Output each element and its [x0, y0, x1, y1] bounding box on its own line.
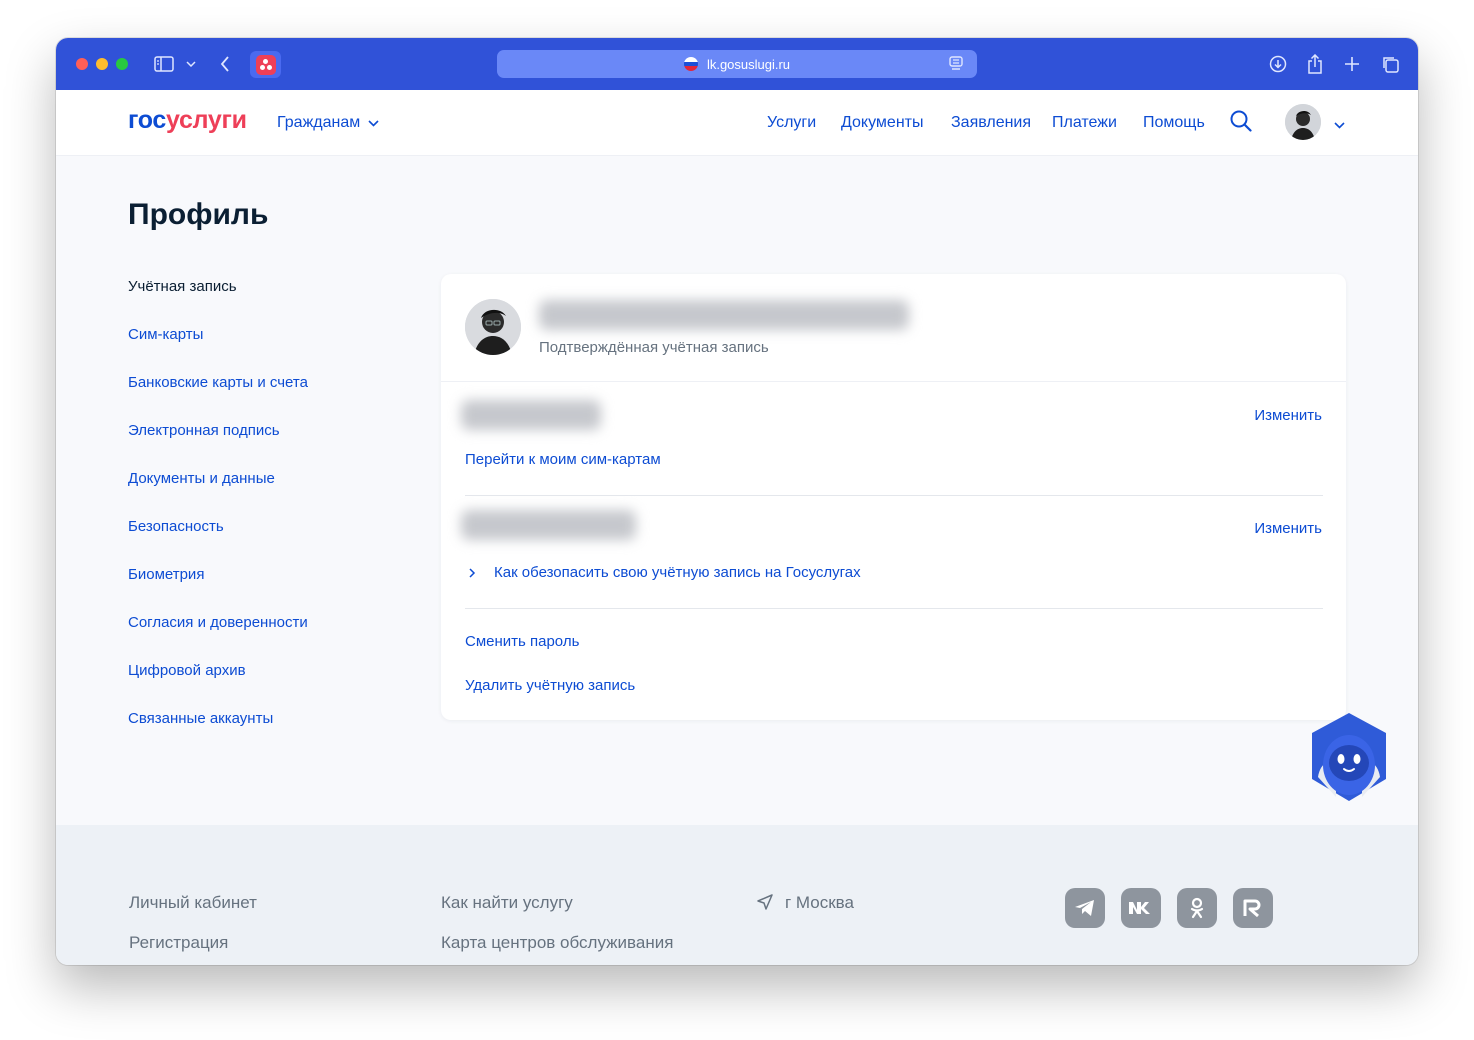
back-icon[interactable]	[213, 52, 237, 76]
tab-favicon[interactable]	[250, 51, 281, 78]
delete-account-link[interactable]: Удалить учётную запись	[465, 677, 635, 694]
page-title: Профиль	[128, 198, 269, 231]
account-card: Подтверждённая учётная запись Изменить П…	[441, 274, 1346, 720]
sidebar-item-biometrics[interactable]: Биометрия	[128, 566, 204, 583]
ok-icon[interactable]	[1177, 888, 1217, 928]
sidebar-item-consents[interactable]: Согласия и доверенности	[128, 614, 308, 631]
sidebar-toggle-icon[interactable]	[152, 52, 176, 76]
share-icon[interactable]	[1303, 52, 1327, 76]
sidebar-item-sim-cards[interactable]: Сим-карты	[128, 326, 203, 343]
divider	[465, 495, 1323, 496]
account-status: Подтверждённая учётная запись	[539, 339, 769, 356]
sidebar-item-documents[interactable]: Документы и данные	[128, 470, 275, 487]
blurred-user-name	[539, 300, 909, 330]
audience-dropdown[interactable]: Гражданам	[277, 114, 379, 132]
footer-link-service-centers-map[interactable]: Карта центров обслуживания	[441, 933, 673, 953]
chat-bot-button[interactable]	[1304, 711, 1394, 805]
rutube-icon[interactable]	[1233, 888, 1273, 928]
sidebar-item-account[interactable]: Учётная запись	[128, 278, 237, 295]
search-icon[interactable]	[1230, 110, 1252, 137]
russia-flag-icon	[683, 57, 698, 71]
nav-documents[interactable]: Документы	[841, 114, 923, 132]
change-password-link[interactable]: Сменить пароль	[465, 633, 579, 650]
user-avatar[interactable]	[1285, 104, 1321, 140]
chevron-down-icon	[368, 119, 379, 127]
site-header: госуслуги Гражданам Услуги Документы Зая…	[56, 90, 1418, 156]
footer-link-find-service[interactable]: Как найти услугу	[441, 893, 573, 913]
footer-link-registration[interactable]: Регистрация	[129, 933, 228, 953]
change-phone-link[interactable]: Изменить	[1254, 407, 1322, 424]
blurred-phone-number	[461, 400, 601, 430]
blurred-email	[461, 510, 636, 540]
sim-cards-link[interactable]: Перейти к моим сим-картам	[465, 451, 661, 468]
nav-applications[interactable]: Заявления	[951, 114, 1031, 132]
reader-mode-icon[interactable]	[949, 56, 963, 75]
divider	[441, 381, 1346, 382]
gosuslugi-favicon-icon	[255, 54, 276, 75]
footer-link-personal-account[interactable]: Личный кабинет	[129, 893, 257, 913]
minimize-window-button[interactable]	[96, 58, 108, 70]
profile-avatar	[465, 299, 521, 355]
change-email-link[interactable]: Изменить	[1254, 520, 1322, 537]
download-icon[interactable]	[1266, 52, 1290, 76]
sidebar-item-e-signature[interactable]: Электронная подпись	[128, 422, 280, 439]
footer-city[interactable]: г Москва	[785, 893, 854, 913]
vk-icon[interactable]	[1121, 888, 1161, 928]
gosuslugi-logo[interactable]: госуслуги	[128, 106, 247, 135]
browser-toolbar: lk.gosuslugi.ru	[56, 38, 1418, 90]
audience-label: Гражданам	[277, 114, 361, 131]
address-bar[interactable]: lk.gosuslugi.ru	[497, 50, 977, 78]
chevron-down-icon[interactable]	[1334, 116, 1345, 134]
nav-help[interactable]: Помощь	[1143, 114, 1205, 132]
site-footer: Личный кабинет Регистрация Как найти усл…	[56, 825, 1418, 965]
browser-window: lk.gosuslugi.ru госуслуги Гражданам Услу…	[56, 38, 1418, 965]
tabs-overview-icon[interactable]	[1378, 52, 1402, 76]
chevron-right-icon	[469, 565, 476, 583]
url-text: lk.gosuslugi.ru	[706, 56, 791, 72]
location-arrow-icon[interactable]	[756, 893, 774, 916]
sidebar-item-linked-accounts[interactable]: Связанные аккаунты	[128, 710, 273, 727]
secure-account-link[interactable]: Как обезопасить свою учётную запись на Г…	[494, 564, 861, 581]
maximize-window-button[interactable]	[116, 58, 128, 70]
sidebar-item-security[interactable]: Безопасность	[128, 518, 224, 535]
close-window-button[interactable]	[76, 58, 88, 70]
chevron-down-icon[interactable]	[179, 52, 203, 76]
sidebar-item-digital-archive[interactable]: Цифровой архив	[128, 662, 246, 679]
nav-services[interactable]: Услуги	[767, 114, 816, 132]
telegram-icon[interactable]	[1065, 888, 1105, 928]
new-tab-icon[interactable]	[1340, 52, 1364, 76]
sidebar-item-bank-cards[interactable]: Банковские карты и счета	[128, 374, 308, 391]
nav-payments[interactable]: Платежи	[1052, 114, 1117, 132]
divider	[465, 608, 1323, 609]
